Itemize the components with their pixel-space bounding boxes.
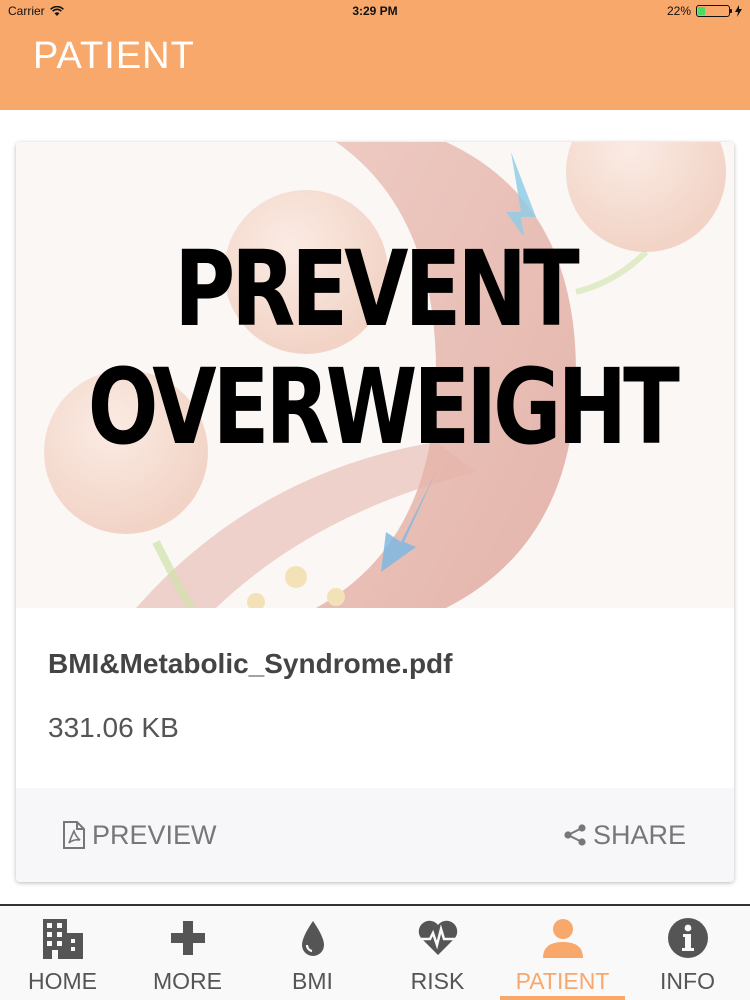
share-label: SHARE	[592, 819, 686, 850]
tab-bar: HOME MORE BMI RISK PATIENT INFO	[0, 904, 750, 1000]
tab-more[interactable]: MORE	[125, 906, 250, 1000]
pdf-file-icon	[63, 821, 85, 849]
file-size: 331.06 KB	[48, 712, 179, 743]
wifi-icon	[49, 5, 64, 16]
heartbeat-icon	[414, 914, 462, 962]
building-icon	[39, 914, 87, 962]
caption-line-1: PREVENT	[174, 228, 579, 350]
battery-fill	[698, 7, 705, 15]
tab-bmi[interactable]: BMI	[250, 906, 375, 1000]
preview-label: PREVIEW	[92, 819, 217, 850]
thumbnail-caption: PREVENT OVERWEIGHT	[16, 237, 734, 459]
tab-label: PATIENT	[515, 968, 610, 994]
tab-label: MORE	[153, 968, 222, 994]
tab-label: RISK	[410, 968, 465, 994]
battery-icon	[696, 5, 732, 17]
document-thumbnail[interactable]: PREVENT OVERWEIGHT	[16, 142, 734, 608]
status-time: 3:29 PM	[352, 4, 398, 18]
tab-home[interactable]: HOME	[0, 906, 125, 1000]
file-name: BMI&Metabolic_Syndrome.pdf	[48, 648, 453, 679]
preview-button[interactable]: PREVIEW	[62, 820, 217, 851]
share-button[interactable]: SHARE	[563, 820, 686, 851]
tab-info[interactable]: INFO	[625, 906, 750, 1000]
plus-icon	[164, 914, 212, 962]
user-icon	[539, 914, 587, 962]
charging-icon	[735, 5, 742, 17]
tab-label: BMI	[292, 968, 333, 994]
battery-percent: 22%	[666, 4, 691, 18]
caption-line-2: OVERWEIGHT	[87, 346, 680, 468]
tab-label: INFO	[660, 968, 715, 994]
carrier-label: Carrier	[8, 4, 45, 18]
tab-risk[interactable]: RISK	[375, 906, 500, 1000]
nav-bar: PATIENT	[0, 22, 750, 110]
status-right: 22%	[667, 4, 742, 18]
page-title: PATIENT	[33, 35, 195, 77]
drop-icon	[289, 914, 337, 962]
card-actions: PREVIEW SHARE	[16, 788, 734, 882]
tab-label: HOME	[28, 968, 97, 994]
share-icon	[564, 824, 586, 846]
document-card[interactable]: PREVENT OVERWEIGHT BMI&Metabolic_Syndrom…	[16, 142, 734, 882]
status-bar: Carrier 3:29 PM 22%	[0, 0, 750, 22]
info-icon	[664, 914, 712, 962]
tab-patient[interactable]: PATIENT	[500, 906, 625, 1000]
status-left: Carrier	[8, 4, 64, 18]
content-area[interactable]: PREVENT OVERWEIGHT BMI&Metabolic_Syndrom…	[0, 110, 750, 904]
